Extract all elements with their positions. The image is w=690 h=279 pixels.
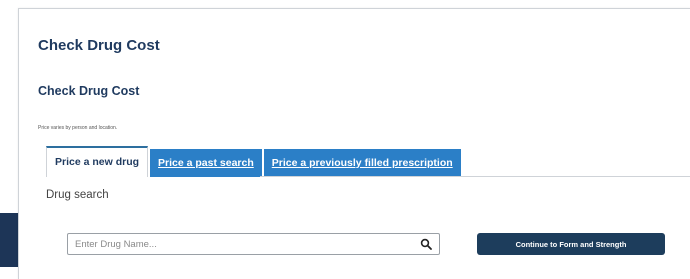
drug-name-input[interactable]: [68, 234, 415, 254]
continue-button[interactable]: Continue to Form and Strength: [477, 233, 665, 255]
drug-search-box: [67, 233, 440, 255]
background-accent-left: [0, 213, 18, 267]
price-note: Price varies by person and location.: [38, 125, 118, 131]
tab-price-previous-prescription[interactable]: Price a previously filled prescription: [263, 149, 461, 177]
tab-price-new-drug[interactable]: Price a new drug: [46, 146, 149, 177]
tab-bar: Price a new drug Price a past search Pri…: [46, 146, 463, 177]
search-icon[interactable]: [420, 238, 432, 250]
tab-divider: [260, 176, 690, 177]
section-title: Check Drug Cost: [38, 84, 140, 98]
tab-price-past-search[interactable]: Price a past search: [150, 149, 262, 177]
drug-search-heading: Drug search: [46, 189, 109, 201]
drug-cost-card: Check Drug Cost Check Drug Cost Price va…: [18, 8, 690, 279]
page-title: Check Drug Cost: [38, 37, 160, 54]
